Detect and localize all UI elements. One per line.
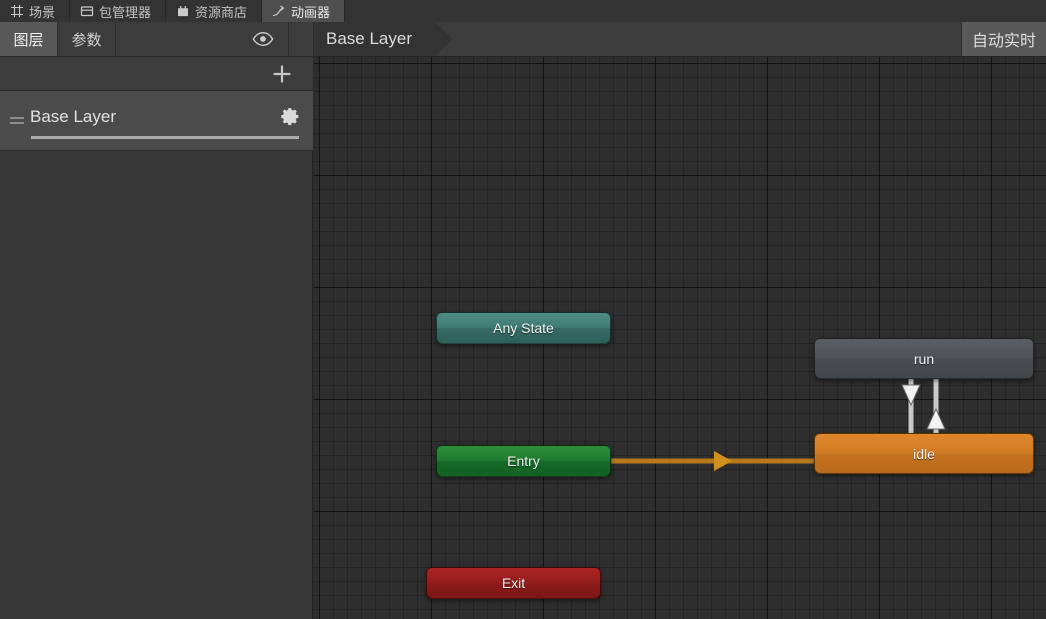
sidebar-tab-filler: [116, 22, 289, 56]
animator-window: 场景 包管理器 资源商店 动画器 图层 参数 Base Layer Base L…: [0, 0, 1046, 619]
add-layer-button[interactable]: [269, 61, 295, 87]
window-tab-strip: 场景 包管理器 资源商店 动画器: [0, 0, 1046, 22]
breadcrumb: Base Layer 自动实时: [314, 22, 1046, 57]
state-node-exit[interactable]: Exit: [426, 567, 601, 599]
sidebar-tab-parameters[interactable]: 参数: [58, 22, 116, 56]
window-tab-package-manager[interactable]: 包管理器: [70, 0, 167, 22]
state-node-label: Entry: [507, 453, 540, 469]
transition-run-to-idle: [901, 379, 921, 433]
window-tab-label: 资源商店: [195, 4, 248, 20]
layer-name: Base Layer: [30, 106, 116, 126]
sidebar-tab-label: 参数: [71, 31, 102, 49]
transition-idle-to-run: [926, 379, 946, 433]
chevron-right-icon: [435, 22, 453, 56]
sidebar-tab-end: [289, 22, 313, 56]
gear-icon[interactable]: [267, 106, 313, 135]
window-tab-label: 场景: [29, 4, 56, 20]
auto-live-link-label: 自动实时: [971, 33, 1036, 50]
state-node-entry[interactable]: Entry: [436, 445, 611, 477]
animator-sidebar: 图层 参数 Base Layer: [0, 22, 313, 619]
package-icon: [80, 4, 94, 18]
state-node-label: Any State: [493, 320, 554, 336]
sidebar-toolbar: [0, 57, 313, 91]
window-tab-asset-store[interactable]: 资源商店: [166, 0, 263, 22]
layer-weight-bar[interactable]: [31, 136, 299, 139]
window-tab-animator[interactable]: 动画器: [262, 0, 346, 22]
scene-icon: [10, 4, 24, 18]
state-node-label: Exit: [501, 575, 526, 591]
sidebar-tab-label: 图层: [13, 31, 44, 49]
animator-icon: [272, 4, 286, 18]
store-icon: [176, 4, 190, 18]
state-node-run[interactable]: run: [814, 338, 1034, 379]
state-node-label: run: [913, 350, 935, 367]
state-machine-graph[interactable]: Any State Entry Exit run idle: [314, 57, 1046, 619]
animator-main: Base Layer 自动实时 Any State Entry Exit run…: [314, 22, 1046, 619]
sidebar-tab-layers[interactable]: 图层: [0, 22, 58, 56]
layer-row-base-layer[interactable]: Base Layer: [0, 91, 313, 151]
window-tab-label: 包管理器: [99, 4, 152, 20]
drag-handle-icon[interactable]: [0, 91, 30, 151]
auto-live-link-button[interactable]: 自动实时: [960, 22, 1046, 56]
window-tab-label: 动画器: [291, 4, 331, 20]
eye-icon[interactable]: [252, 31, 274, 47]
breadcrumb-item-base-layer[interactable]: Base Layer: [314, 22, 453, 56]
state-node-any-state[interactable]: Any State: [436, 312, 611, 344]
transition-entry-to-idle: [611, 451, 814, 471]
layer-list: Base Layer: [0, 91, 313, 151]
sidebar-tab-bar: 图层 参数: [0, 22, 313, 57]
tab-strip-filler: [345, 0, 1046, 22]
window-tab-scene[interactable]: 场景: [0, 0, 71, 22]
breadcrumb-label: Base Layer: [326, 29, 412, 48]
state-node-label: idle: [913, 445, 935, 462]
breadcrumb-filler: [436, 22, 961, 56]
state-node-idle[interactable]: idle: [814, 433, 1034, 474]
